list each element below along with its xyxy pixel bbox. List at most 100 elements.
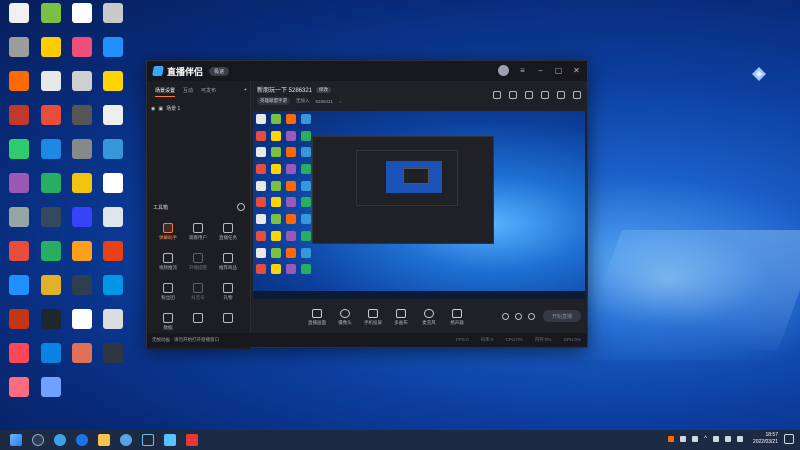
notification-icon[interactable]: [784, 434, 794, 444]
tab-scene[interactable]: 场景设置: [155, 87, 176, 97]
start-live-button[interactable]: 开始直播: [543, 310, 581, 322]
camera-icon: [340, 308, 350, 318]
gear-icon[interactable]: [528, 313, 535, 320]
preview-icon: [256, 214, 266, 225]
record-icon[interactable]: [502, 313, 509, 320]
toolbox-settings-icon[interactable]: [237, 203, 245, 211]
desktop-app-icon: [103, 3, 123, 23]
clock-time: 18:57: [765, 432, 778, 438]
tool-item[interactable]: 推荐商品: [213, 253, 243, 271]
maximize-icon[interactable]: ▢: [554, 66, 563, 75]
app-icon-s[interactable]: [76, 434, 88, 446]
minimize-icon[interactable]: –: [536, 66, 545, 75]
app-brand: 直播伴侣: [167, 66, 204, 77]
chevron-up-icon[interactable]: ^: [704, 436, 707, 442]
preview-icon: [256, 164, 266, 175]
control-multi-canvas[interactable]: 多画布: [387, 308, 415, 326]
monitor-icon: [312, 308, 322, 318]
tool-item[interactable]: [183, 313, 213, 331]
menu-icon[interactable]: ≡: [518, 66, 527, 75]
desktop-app-icon: [72, 37, 92, 57]
tray-app-icon[interactable]: [680, 436, 687, 442]
category-pill[interactable]: 英雄联盟手游: [257, 97, 290, 105]
avatar[interactable]: [498, 65, 509, 76]
taskbar: ^ 18:57 2022/03/21: [0, 430, 800, 450]
input-method-icon[interactable]: [736, 436, 743, 442]
desktop-app-icon: [41, 105, 61, 125]
home-icon[interactable]: ⌂: [339, 99, 342, 104]
preview-icon: [256, 114, 266, 124]
preview-icon: [286, 147, 296, 158]
tool-item[interactable]: 抖音号: [183, 283, 213, 301]
eye-icon[interactable]: ◉: [151, 106, 155, 112]
tray-app-icon[interactable]: [692, 436, 699, 442]
layout-icon[interactable]: [493, 91, 501, 99]
bird-widget-icon[interactable]: [749, 64, 769, 84]
tool-icon: [223, 283, 233, 293]
desktop-icon[interactable]: [67, 343, 97, 383]
preview-icon: [301, 197, 311, 208]
desktop-icon[interactable]: [36, 377, 66, 417]
tool-item[interactable]: [213, 313, 243, 331]
desktop-icon[interactable]: [4, 377, 34, 417]
add-scene-icon[interactable]: +: [244, 87, 247, 97]
desktop-icon[interactable]: [98, 343, 128, 383]
tool-label: 抖音号: [191, 295, 205, 300]
tool-item[interactable]: 视频推流: [153, 253, 183, 271]
desktop-app-icon: [9, 3, 29, 23]
canvas-icon: [396, 308, 406, 318]
preview-icon: [301, 180, 311, 191]
tab-interact[interactable]: 互动: [183, 87, 193, 97]
app-icon-wave[interactable]: [164, 434, 176, 446]
volume-icon[interactable]: [724, 436, 731, 442]
preview-icon: [286, 180, 296, 191]
desktop-app-icon: [72, 173, 92, 193]
close-icon[interactable]: ✕: [572, 66, 581, 75]
control-microphone[interactable]: 麦克风: [415, 308, 443, 326]
control-screen[interactable]: 直播画面: [303, 308, 331, 326]
sidebar-tabs: 场景设置 互动 可发布 +: [147, 81, 250, 97]
clip-icon[interactable]: [557, 91, 565, 99]
network-icon[interactable]: [712, 436, 719, 442]
control-bar: 直播画面 摄像头 手机投屏 多画布 麦克风 扬声器 开始直播: [253, 303, 587, 331]
desktop-app-icon: [9, 105, 29, 125]
lock-icon[interactable]: [509, 91, 517, 99]
clock[interactable]: 18:57 2022/03/21: [753, 432, 778, 446]
tray-app-icon[interactable]: [668, 436, 675, 442]
desktop-app-icon: [103, 139, 123, 159]
version-pill[interactable]: 极速: [209, 66, 230, 76]
search-icon[interactable]: [32, 434, 44, 446]
control-camera[interactable]: 摄像头: [331, 308, 359, 326]
start-icon[interactable]: [10, 434, 22, 446]
share-icon[interactable]: [573, 91, 581, 99]
preview-icon: [301, 130, 311, 141]
tool-item[interactable]: 直播任务: [213, 223, 243, 241]
microphone-icon: [424, 308, 434, 318]
preview-icon: [301, 264, 311, 275]
bell-icon[interactable]: [541, 91, 549, 99]
tool-item[interactable]: 数据: [153, 313, 183, 331]
app-icon-orb[interactable]: [120, 434, 132, 446]
stream-preview[interactable]: [253, 111, 585, 299]
edge-icon[interactable]: [54, 434, 66, 446]
tool-label: 观看用户: [189, 235, 207, 240]
control-phone-cast[interactable]: 手机投屏: [359, 308, 387, 326]
tab-publish[interactable]: 可发布: [201, 87, 216, 97]
tool-item[interactable]: 开播提醒: [183, 253, 213, 271]
scene-item[interactable]: ◉ ▣ 场景 1: [151, 105, 250, 113]
tool-item[interactable]: 弹幕助手: [153, 223, 183, 241]
tool-item[interactable]: 礼物: [213, 283, 243, 301]
title-bar: 直播伴侣 极速 ≡ – ▢ ✕: [147, 61, 587, 81]
edit-title-button[interactable]: 修改: [316, 86, 332, 93]
timer-icon[interactable]: [515, 313, 522, 320]
app-icon-red[interactable]: [186, 434, 198, 446]
desktop-app-icon: [41, 275, 61, 295]
tool-item[interactable]: 粉丝团: [153, 283, 183, 301]
tool-item[interactable]: 观看用户: [183, 223, 213, 241]
copy-icon[interactable]: [525, 91, 533, 99]
desktop-app-icon: [9, 309, 29, 329]
control-speaker[interactable]: 扬声器: [443, 308, 471, 326]
file-explorer-icon[interactable]: [98, 434, 110, 446]
preview-icon: [286, 130, 296, 141]
steam-icon[interactable]: [142, 434, 154, 446]
